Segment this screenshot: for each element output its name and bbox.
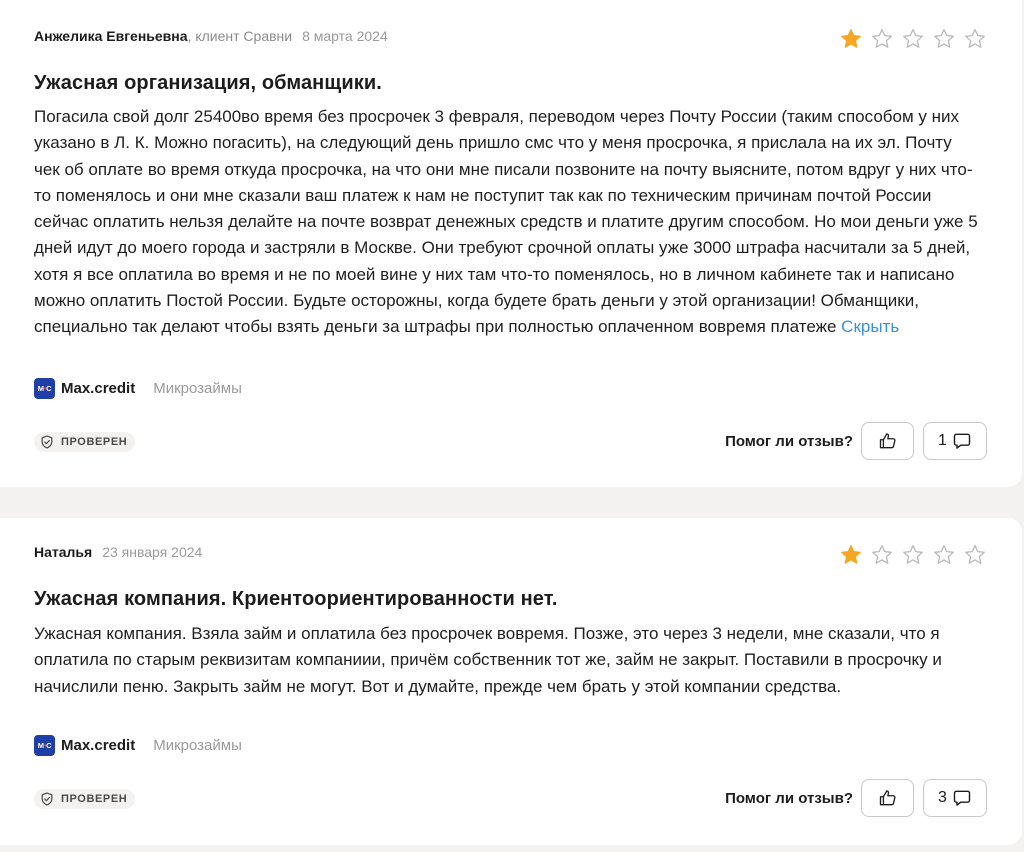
hide-text-link[interactable]: Скрыть xyxy=(841,317,899,336)
comments-button[interactable]: 1 xyxy=(923,422,987,460)
company-logo: M • C xyxy=(34,735,55,756)
shield-check-icon xyxy=(41,792,53,806)
review-author[interactable]: Наталья xyxy=(34,544,92,560)
comment-bubble-icon xyxy=(953,790,971,806)
review-title: Ужасная организация, обманщики. xyxy=(34,72,382,94)
thumbs-up-icon xyxy=(879,790,896,806)
verified-label: ПРОВЕРЕН xyxy=(61,793,128,805)
review-date: 23 января 2024 xyxy=(102,544,203,560)
verified-badge: ПРОВЕРЕН xyxy=(34,432,136,452)
rating-stars xyxy=(839,543,987,567)
review-meta: Анжелика Евгеньевна, клиент Сравни 8 март… xyxy=(34,26,388,46)
shield-check-icon xyxy=(41,435,53,449)
like-button[interactable] xyxy=(861,422,914,460)
comments-count: 3 xyxy=(938,789,947,806)
company-category: Микрозаймы xyxy=(153,380,242,397)
review-meta: Наталья 23 января 2024 xyxy=(34,542,202,562)
star-empty-icon xyxy=(901,27,925,51)
helpful-section: Помог ли отзыв? 3 xyxy=(725,779,987,817)
company-logo: M • C xyxy=(34,378,55,399)
star-empty-icon xyxy=(963,543,987,567)
company-name-link[interactable]: Max.credit xyxy=(61,737,135,754)
review-author[interactable]: Анжелика Евгеньевна xyxy=(34,28,188,44)
star-empty-icon xyxy=(870,543,894,567)
comments-count: 1 xyxy=(938,432,947,449)
logo-letter-c: C xyxy=(46,741,52,750)
logo-letter-c: C xyxy=(46,384,52,393)
review-card: Наталья 23 января 2024 Ужасная компания. … xyxy=(0,518,1022,845)
review-text: Ужасная компания. Взяла займ и оплатила … xyxy=(34,624,942,696)
star-empty-icon xyxy=(870,27,894,51)
review-card: Анжелика Евгеньевна, клиент Сравни 8 март… xyxy=(0,0,1022,487)
helpful-question: Помог ли отзыв? xyxy=(725,789,853,807)
review-date: 8 марта 2024 xyxy=(302,28,388,44)
verified-badge: ПРОВЕРЕН xyxy=(34,789,136,809)
star-empty-icon xyxy=(963,27,987,51)
review-text-body: Погасила свой долг 25400во время без про… xyxy=(34,107,978,337)
helpful-question: Помог ли отзыв? xyxy=(725,432,853,450)
verified-label: ПРОВЕРЕН xyxy=(61,436,128,448)
company-info: M • C Max.credit Микрозаймы xyxy=(34,378,242,399)
comment-bubble-icon xyxy=(953,433,971,449)
comments-button[interactable]: 3 xyxy=(923,779,987,817)
review-text: Погасила свой долг 25400во время без про… xyxy=(34,104,982,341)
company-info: M • C Max.credit Микрозаймы xyxy=(34,735,242,756)
star-empty-icon xyxy=(901,543,925,567)
review-title: Ужасная компания. Криентоориентированнос… xyxy=(34,588,558,610)
helpful-section: Помог ли отзыв? 1 xyxy=(725,422,987,460)
star-empty-icon xyxy=(932,27,956,51)
star-filled-icon xyxy=(839,543,863,567)
star-filled-icon xyxy=(839,27,863,51)
company-name-link[interactable]: Max.credit xyxy=(61,380,135,397)
rating-stars xyxy=(839,27,987,51)
like-button[interactable] xyxy=(861,779,914,817)
thumbs-up-icon xyxy=(879,433,896,449)
author-client-label: , клиент Сравни xyxy=(187,28,293,44)
star-empty-icon xyxy=(932,543,956,567)
company-category: Микрозаймы xyxy=(153,737,242,754)
